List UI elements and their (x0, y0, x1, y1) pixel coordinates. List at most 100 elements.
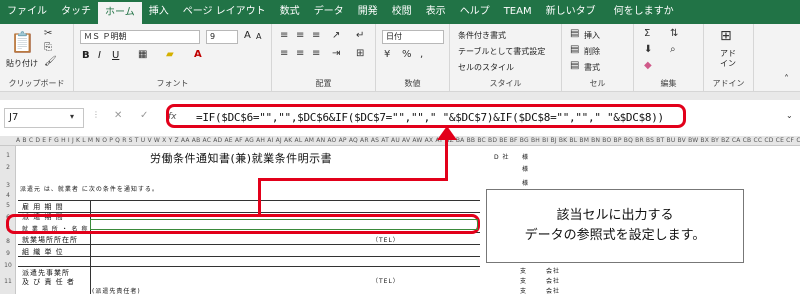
row-number[interactable]: 2 (0, 164, 16, 171)
tab-4[interactable]: ページ レイアウト (176, 0, 273, 24)
row-number[interactable]: 4 (0, 192, 16, 199)
tab-9[interactable]: 表示 (419, 0, 453, 24)
wrap-text-icon[interactable]: ↵ (356, 30, 364, 41)
formula-bar-grip-icon: ⋮ (92, 110, 100, 119)
side-text: 会社 (546, 268, 561, 275)
delete-icon: ▤ (570, 44, 580, 55)
percent-icon[interactable]: % (402, 49, 412, 60)
align-left-icon[interactable]: ≡ (280, 48, 288, 59)
tab-8[interactable]: 校閲 (385, 0, 419, 24)
side-text: 様 (522, 154, 530, 161)
format-cells-button[interactable]: 書式 (584, 62, 600, 73)
sheet-note: 派遣元 は、就業者 に次の条件を通知する。 (20, 186, 159, 193)
callout-line-1: 該当セルに出力する (556, 208, 674, 223)
arrow-segment (445, 138, 448, 181)
row-number[interactable]: 8 (0, 238, 16, 245)
cut-icon[interactable]: ✂ (44, 28, 52, 39)
merge-icon[interactable]: ⊞ (356, 48, 364, 59)
cancel-icon[interactable]: ✕ (114, 110, 122, 121)
font-group: ＭＳ Ｐ明朝 9 A A B I U ▦ ▰ A フォント (74, 24, 272, 92)
label-work-address: 就業場所所在所 (22, 236, 78, 244)
row-number[interactable]: 9 (0, 250, 16, 257)
addin-label-2[interactable]: イン (720, 58, 736, 69)
styles-group-label: スタイル (489, 79, 522, 88)
format-painter-icon[interactable]: 🖌 (44, 56, 57, 67)
tab-0[interactable]: ファイル (0, 0, 54, 24)
tab-7[interactable]: 開発 (351, 0, 385, 24)
tab-10[interactable]: ヘルプ (453, 0, 497, 24)
underline-button[interactable]: U (112, 50, 119, 61)
shrink-font-button[interactable]: A (256, 32, 261, 41)
currency-icon[interactable]: ¥ (384, 49, 390, 60)
label-responsible: 及 び 責 任 者 (22, 278, 75, 286)
formula-highlight-box (166, 104, 686, 128)
find-icon[interactable]: ⌕ (670, 44, 676, 55)
row-number[interactable]: 1 (0, 152, 16, 159)
grow-font-button[interactable]: A (244, 30, 251, 41)
bold-button[interactable]: B (82, 50, 90, 61)
insert-icon: ▤ (570, 28, 580, 39)
fill-icon[interactable]: ⬇ (644, 44, 652, 55)
table-line (18, 200, 480, 201)
tab-6[interactable]: データ (307, 0, 351, 24)
align-bottom-icon[interactable]: ≡ (312, 30, 320, 41)
table-line (18, 266, 480, 267)
tab-5[interactable]: 数式 (273, 0, 307, 24)
number-format-select[interactable]: 日付 (382, 30, 444, 44)
tab-2[interactable]: ホーム (98, 0, 142, 24)
name-box-dropdown-icon[interactable]: ▾ (70, 112, 74, 121)
column-header: A B C D E F G H I J K L M N O P Q R S T … (0, 136, 800, 146)
row-number[interactable]: 10 (0, 262, 16, 269)
align-top-icon[interactable]: ≡ (280, 30, 288, 41)
expand-formula-bar-icon[interactable]: ⌄ (786, 111, 793, 120)
clipboard-group-label: クリップボード (8, 79, 65, 88)
font-color-icon[interactable]: A (194, 49, 202, 60)
align-right-icon[interactable]: ≡ (312, 48, 320, 59)
comma-icon[interactable]: , (420, 49, 423, 60)
label-org-unit: 組 織 単 位 (22, 248, 64, 256)
delete-cells-button[interactable]: 削除 (584, 46, 600, 57)
styles-group: 条件付き書式 テーブルとして書式設定 セルのスタイル スタイル (450, 24, 562, 92)
align-middle-icon[interactable]: ≡ (296, 30, 304, 41)
format-as-table-button[interactable]: テーブルとして書式設定 (458, 46, 545, 57)
tel-field-2: （TEL） (372, 278, 400, 285)
font-size-select[interactable]: 9 (206, 30, 238, 44)
callout-box: 該当セルに出力する データの参照式を設定します。 (486, 189, 744, 263)
side-text: 会社 (546, 278, 561, 285)
alignment-group-label: 配置 (315, 79, 332, 88)
border-icon[interactable]: ▦ (138, 49, 147, 60)
alignment-group: ≡ ≡ ≡ ↗ ↵ ≡ ≡ ≡ ⇥ ⊞ 配置 (272, 24, 376, 92)
editing-group-label: 編集 (660, 79, 677, 88)
tab-1[interactable]: タッチ (54, 0, 98, 24)
indent-icon[interactable]: ⇥ (332, 48, 340, 59)
italic-button[interactable]: I (98, 50, 101, 61)
row-number[interactable]: 11 (0, 278, 16, 285)
clear-icon[interactable]: ◆ (644, 60, 652, 71)
row-number[interactable]: 5 (0, 202, 16, 209)
enter-icon[interactable]: ✓ (140, 110, 148, 121)
addin-icon[interactable]: ⊞ (720, 28, 732, 44)
conditional-format-button[interactable]: 条件付き書式 (458, 30, 506, 41)
addin-group: ⊞ アド イン アドイン (704, 24, 754, 92)
tab-11[interactable]: TEAM (497, 0, 539, 24)
autosum-icon[interactable]: Σ (644, 28, 650, 39)
paste-icon[interactable]: 📋 (10, 30, 35, 54)
tab-3[interactable]: 挿入 (142, 0, 176, 24)
label-employment-period: 雇 用 期 間 (22, 203, 64, 211)
insert-cells-button[interactable]: 挿入 (584, 30, 600, 41)
side-text: 様 (522, 166, 530, 173)
collapse-ribbon-icon[interactable]: ˄ (784, 74, 789, 85)
font-name-select[interactable]: ＭＳ Ｐ明朝 (80, 30, 200, 44)
orientation-icon[interactable]: ↗ (332, 30, 340, 41)
sort-filter-icon[interactable]: ⇅ (670, 28, 678, 39)
cell-styles-button[interactable]: セルのスタイル (458, 62, 514, 73)
tab-13[interactable]: 何をしますか (607, 0, 681, 24)
table-line (18, 244, 480, 245)
row-number[interactable]: 3 (0, 182, 16, 189)
copy-icon[interactable]: ⎘ (44, 42, 52, 53)
tab-12[interactable]: 新しいタブ (539, 0, 603, 24)
paste-button[interactable]: 貼り付け (6, 58, 38, 69)
align-center-icon[interactable]: ≡ (296, 48, 304, 59)
selected-cell[interactable] (90, 219, 478, 230)
fill-color-icon[interactable]: ▰ (166, 49, 174, 60)
